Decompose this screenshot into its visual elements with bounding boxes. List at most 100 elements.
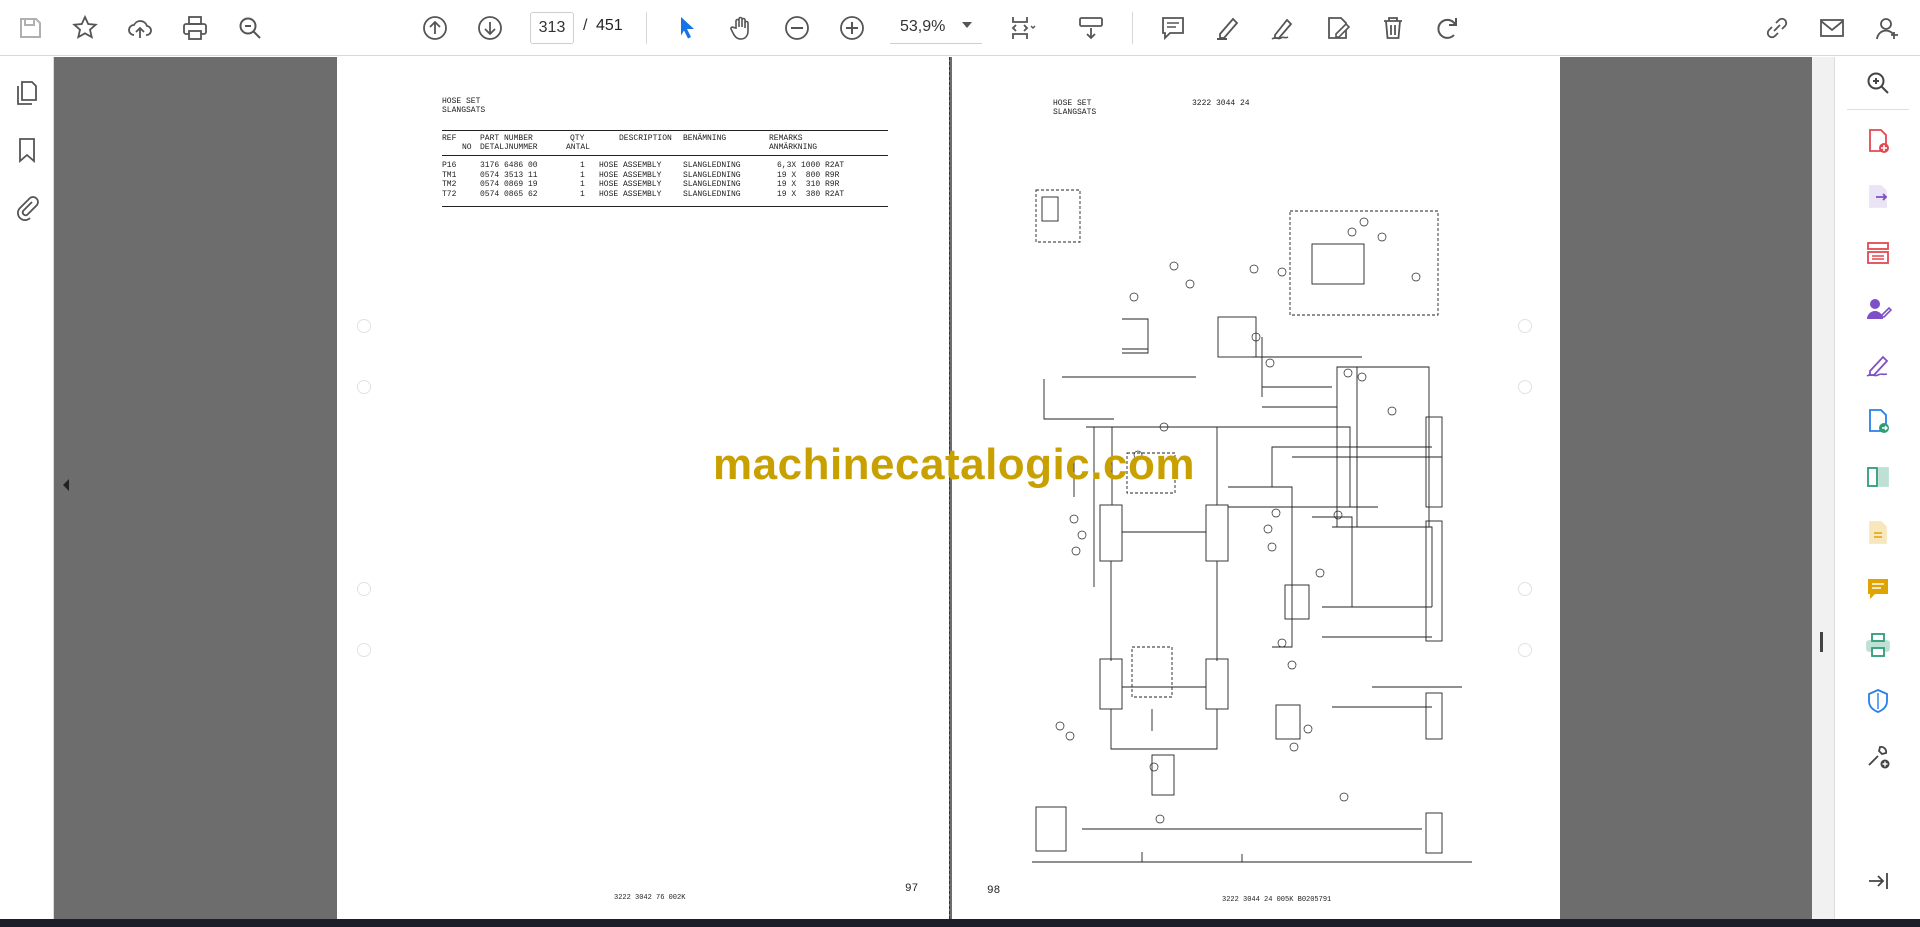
punch-hole	[1518, 380, 1532, 394]
print-icon[interactable]	[175, 8, 215, 48]
column-header: PART NUMBER	[480, 134, 533, 143]
bookmarks-icon[interactable]	[7, 130, 47, 170]
create-pdf-icon[interactable]	[1858, 121, 1898, 161]
heading-line-2: SLANGSATS	[1053, 108, 1097, 117]
next-page-icon[interactable]	[470, 8, 510, 48]
column-header: BENÄMNING	[683, 134, 727, 143]
chevron-down-icon[interactable]	[962, 22, 972, 28]
fill-sign-icon[interactable]	[1318, 8, 1358, 48]
protect-icon[interactable]	[1858, 681, 1898, 721]
scrollbar-thumb[interactable]	[1820, 632, 1823, 652]
punch-hole	[357, 380, 371, 394]
table-cell: 1	[580, 189, 585, 199]
compare-icon[interactable]	[1858, 457, 1898, 497]
find-icon[interactable]	[230, 8, 270, 48]
delete-icon[interactable]	[1373, 8, 1413, 48]
table-rule	[442, 206, 888, 207]
print-production-icon[interactable]	[1858, 625, 1898, 665]
table-cell: SLANGLEDNING	[683, 189, 741, 199]
page-separator: /	[583, 17, 588, 34]
select-arrow-icon[interactable]	[667, 8, 707, 48]
zoom-out-icon[interactable]	[777, 8, 817, 48]
right-tools-rail	[1834, 57, 1920, 919]
table-cell: T72	[442, 189, 457, 199]
page-fit-icon[interactable]	[1002, 8, 1042, 48]
table-cell: HOSE ASSEMBLY	[599, 170, 662, 180]
column-header: NO	[462, 143, 472, 152]
table-cell: SLANGLEDNING	[683, 161, 741, 170]
document-number: 3222 3044 24	[1192, 99, 1250, 108]
comment-tool-icon[interactable]	[1858, 569, 1898, 609]
save-icon[interactable]	[10, 8, 50, 48]
punch-hole	[357, 582, 371, 596]
share-link-icon[interactable]	[1757, 8, 1797, 48]
attachments-icon[interactable]	[7, 187, 47, 227]
fill-and-sign-icon[interactable]	[1858, 345, 1898, 385]
hand-icon[interactable]	[722, 8, 762, 48]
rotate-icon[interactable]	[1428, 8, 1468, 48]
table-cell: SLANGLEDNING	[683, 170, 741, 180]
table-cell: HOSE ASSEMBLY	[599, 180, 662, 190]
zoom-in-icon[interactable]	[832, 8, 872, 48]
table-cell: HOSE ASSEMBLY	[599, 161, 662, 170]
vertical-scrollbar[interactable]	[1812, 57, 1834, 919]
table-cell: 0574 3513 11	[480, 170, 538, 180]
table-rule	[442, 155, 888, 156]
account-icon[interactable]	[1867, 8, 1907, 48]
previous-page-icon[interactable]	[415, 8, 455, 48]
table-cell: 19 X 310 R9R	[777, 180, 840, 190]
taskbar-edge	[0, 919, 1920, 927]
highlight-icon[interactable]	[1208, 8, 1248, 48]
upload-cloud-icon[interactable]	[120, 8, 160, 48]
table-cell: P16	[442, 161, 457, 170]
top-toolbar: 313 / 451 53,9%	[0, 0, 1920, 56]
zoom-search-icon[interactable]	[1858, 63, 1898, 103]
table-cell: SLANGLEDNING	[683, 180, 741, 190]
page-heading: HOSE SET SLANGSATS	[1053, 99, 1096, 117]
punch-hole	[357, 319, 371, 333]
column-header: DESCRIPTION	[619, 134, 672, 143]
table-cell: 19 X 380 R2AT	[777, 189, 845, 199]
left-navigation-rail	[0, 57, 54, 919]
send-for-review-icon[interactable]	[1858, 401, 1898, 441]
column-header: REF	[442, 134, 457, 143]
export-pdf-icon[interactable]	[1858, 177, 1898, 217]
zoom-level-select[interactable]: 53,9%	[890, 12, 982, 44]
page-footer: 3222 3042 76 002K	[614, 894, 686, 902]
table-cell: 1	[580, 180, 585, 190]
heading-line-1: HOSE SET	[1053, 99, 1092, 108]
punch-hole	[1518, 582, 1532, 596]
expand-panel-icon[interactable]	[1858, 861, 1898, 901]
request-signature-icon[interactable]	[1858, 289, 1898, 329]
page-footer: 3222 3044 24 005K B0205791	[1222, 896, 1332, 904]
table-cell: 6,3X 1000 R2AT	[777, 161, 845, 170]
toolbar-divider	[646, 12, 647, 44]
hydraulic-schematic	[1032, 189, 1472, 863]
watermark-text: machinecatalogic.com	[713, 440, 1195, 489]
page-number-input[interactable]: 313	[530, 12, 574, 44]
table-rule	[442, 130, 888, 131]
email-icon[interactable]	[1812, 8, 1852, 48]
collapse-left-panel-icon[interactable]	[61, 478, 71, 492]
page-number: 98	[987, 885, 1001, 897]
more-tools-icon[interactable]	[1858, 737, 1898, 777]
heading-line-1: HOSE SET	[442, 97, 481, 106]
table-cell: 0574 0865 62	[480, 189, 538, 199]
column-header: ANTAL	[566, 143, 591, 152]
organize-pages-icon[interactable]	[1858, 233, 1898, 273]
comment-icon[interactable]	[1153, 8, 1193, 48]
sign-icon[interactable]	[1263, 8, 1303, 48]
edit-pdf-icon[interactable]	[1858, 513, 1898, 553]
bookmark-star-icon[interactable]	[65, 8, 105, 48]
table-cell: TM2	[442, 180, 457, 190]
punch-hole	[357, 643, 371, 657]
table-cell: 1	[580, 161, 585, 170]
heading-line-2: SLANGSATS	[442, 106, 486, 115]
table-cell: 1	[580, 170, 585, 180]
scroll-mode-icon[interactable]	[1071, 8, 1111, 48]
punch-hole	[1518, 643, 1532, 657]
table-cell: HOSE ASSEMBLY	[599, 189, 662, 199]
column-header: REMARKS	[769, 134, 803, 143]
page-thumbnails-icon[interactable]	[7, 73, 47, 113]
column-header: ANMÄRKNING	[769, 143, 818, 152]
